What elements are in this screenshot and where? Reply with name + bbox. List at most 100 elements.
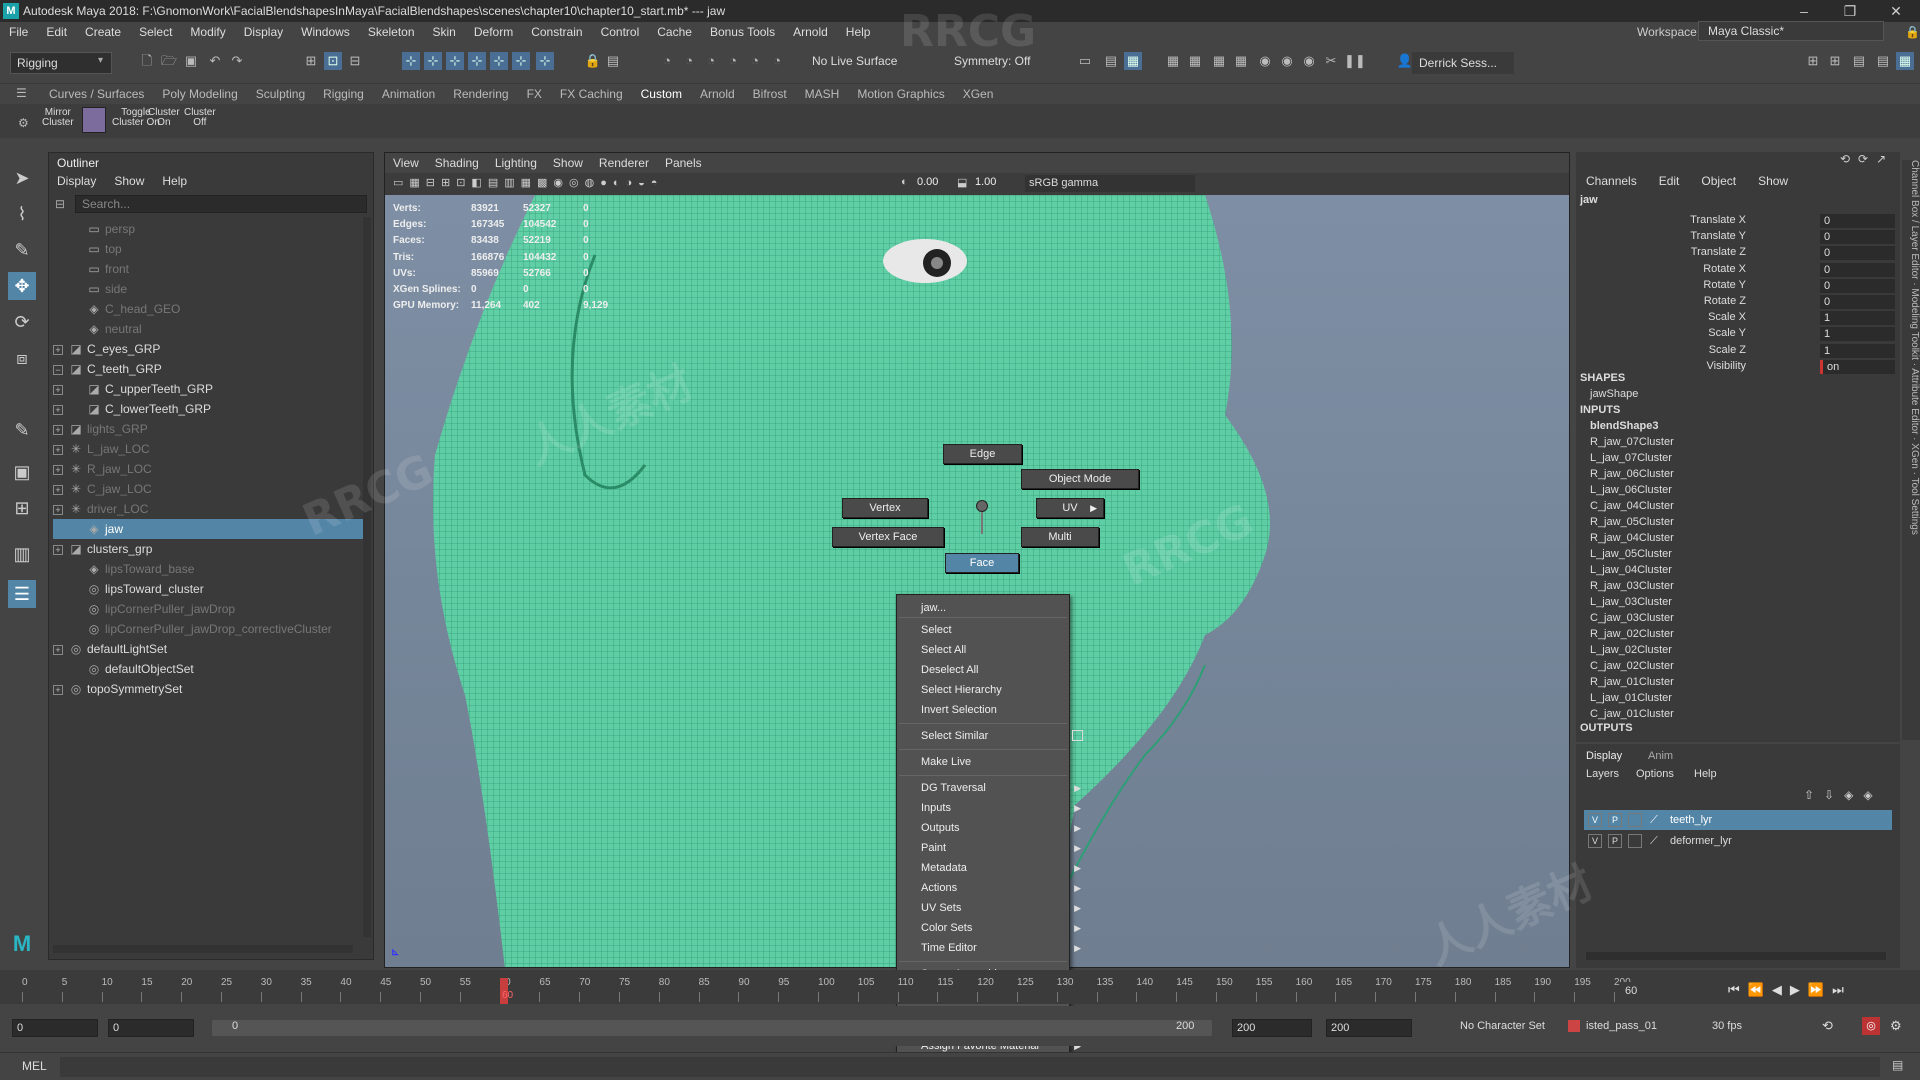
layer-row[interactable]: V P ⟋ deformer_lyr [1584,831,1892,851]
menu-edit[interactable]: Edit [37,25,76,39]
option-box-icon[interactable] [1072,730,1083,741]
ipr-icon[interactable]: ◔ [680,52,698,70]
playback-start-field[interactable]: 0 [108,1019,194,1037]
outliner-row[interactable]: + ✳ R_jaw_LOC [53,459,363,479]
input-node[interactable]: R_jaw_01Cluster [1590,676,1674,688]
input-node[interactable]: blendShape3 [1590,420,1658,432]
channel-attr-row[interactable]: Translate Y 0 [1576,230,1896,246]
layer-visibility-toggle[interactable]: V [1588,813,1602,827]
channel-attr-value[interactable]: 0 [1820,278,1895,293]
outliner-row[interactable]: ◈ jaw [53,519,363,539]
snap-grid-icon[interactable]: ⊹ [402,52,420,70]
cluster-off-button[interactable]: Cluster Off [184,108,216,128]
outliner-row[interactable]: ◎ lipCornerPuller_jawDrop [53,599,363,619]
tab-rendering[interactable]: Rendering [444,87,517,101]
minimize-icon[interactable]: – [1784,0,1824,22]
outliner-row[interactable]: ◈ lipsToward_base [53,559,363,579]
input-node[interactable]: R_jaw_03Cluster [1590,580,1674,592]
side-tabs[interactable]: Channel Box / Layer Editor · Modeling To… [1902,160,1920,740]
tab-sculpting[interactable]: Sculpting [247,87,314,101]
tab-mash[interactable]: MASH [796,87,849,101]
layer-menu-help[interactable]: Help [1694,768,1717,780]
lock-selection-icon[interactable]: 🔒 [584,52,602,70]
snap-curve-icon[interactable]: ⊹ [424,52,442,70]
channel-box-menu-object[interactable]: Object [1701,174,1736,188]
anim-prefs-icon[interactable]: ⚙ [1890,1018,1902,1034]
outliner-row[interactable]: + ✳ C_jaw_LOC [53,479,363,499]
exposure-value[interactable]: 0.00 [917,176,938,188]
outliner-row[interactable]: + ✳ L_jaw_LOC [53,439,363,459]
attribute-editor-toggle-icon[interactable]: ▤ [1850,52,1868,70]
expand-toggle-icon[interactable]: + [53,644,63,655]
marking-menu-face[interactable]: Face [945,553,1019,573]
context-menu-item[interactable]: Select Hierarchy [921,681,1067,699]
filter-icon[interactable]: ⊟ [55,197,65,211]
expand-toggle-icon[interactable]: + [53,444,63,455]
channel-attr-row[interactable]: Scale Z 1 [1576,343,1896,360]
outliner-row[interactable]: + ✳ driver_LOC [53,499,363,519]
menu-bonus-tools[interactable]: Bonus Tools [701,25,784,39]
gamma-value[interactable]: 1.00 [975,176,996,188]
outliner-menu-show[interactable]: Show [114,174,144,188]
input-node[interactable]: R_jaw_06Cluster [1590,468,1674,480]
channel-attr-row[interactable]: Scale X 1 [1576,311,1896,327]
maximize-icon[interactable]: ❐ [1830,0,1870,22]
outliner-row[interactable]: ◎ defaultObjectSet [53,659,363,679]
expand-toggle-icon[interactable]: + [53,404,63,415]
shelf-settings-icon[interactable]: ⚙ [18,116,29,130]
persp-outliner-layout-icon[interactable]: ▥ [8,540,36,568]
channel-box-menu-edit[interactable]: Edit [1659,174,1680,188]
outliner-search-input[interactable]: Search... [75,195,367,213]
menu-windows[interactable]: Windows [292,25,359,39]
context-menu-item[interactable]: Invert Selection [921,701,1067,719]
save-scene-icon[interactable]: ▣ [182,52,200,70]
menu-arnold[interactable]: Arnold [784,25,837,39]
lasso-tool-icon[interactable]: ⌇ [8,200,36,228]
current-frame-field[interactable]: 60 [1620,982,1670,1000]
undo-icon[interactable]: ↶ [206,52,224,70]
viewport-toolbar-icons[interactable]: ▭▦⊟⊞⊡◧▤▥▦▩◉◎◍●◐◑◒◓ [393,176,663,189]
scale-tool-icon[interactable]: ⧈ [8,344,36,372]
render-sequence-icon[interactable]: ▦ [1210,52,1228,70]
marking-menu-object-mode[interactable]: Object Mode [1021,469,1139,489]
context-menu-item[interactable]: Paint ▶ [921,839,1081,857]
tab-motion-graphics[interactable]: Motion Graphics [848,87,953,101]
paint-select-tool-icon[interactable]: ✎ [8,236,36,264]
user-account-dropdown[interactable]: Derrick Sess... [1412,52,1514,74]
four-view-layout-icon[interactable]: ⊞ [8,494,36,522]
input-node[interactable]: C_jaw_01Cluster [1590,708,1674,720]
playback-controls[interactable]: ⏮⏪◀▶⏩⏭ [1728,982,1852,998]
tab-poly-modeling[interactable]: Poly Modeling [153,87,246,101]
input-node[interactable]: R_jaw_05Cluster [1590,516,1674,528]
channel-attr-value[interactable]: 0 [1820,246,1895,261]
input-node[interactable]: R_jaw_07Cluster [1590,436,1674,448]
history-icon[interactable]: ▤ [604,52,622,70]
layer-row[interactable]: V P ⟋ teeth_lyr [1584,810,1892,830]
last-tool-icon[interactable]: ✎ [8,416,36,444]
sidebar-toggle-icon[interactable]: ▭ [1076,52,1094,70]
marking-menu-uv[interactable]: UV ▶ [1036,498,1104,518]
single-perspective-layout-icon[interactable]: ▣ [8,458,36,486]
viewport-menu-view[interactable]: View [385,156,427,170]
input-node[interactable]: L_jaw_01Cluster [1590,692,1672,704]
lock-icon[interactable]: 🔒 [1896,25,1920,39]
tab-bifrost[interactable]: Bifrost [744,87,796,101]
open-scene-icon[interactable]: 🗁 [160,52,178,70]
tab-anim[interactable]: Anim [1648,750,1673,762]
viewport-menu-show[interactable]: Show [545,156,591,170]
input-node[interactable]: L_jaw_06Cluster [1590,484,1672,496]
menu-create[interactable]: Create [76,25,130,39]
anim-layer-label[interactable]: isted_pass_01 [1586,1020,1657,1032]
arnold-stop-icon[interactable]: ✂ [1322,52,1340,70]
character-set-label[interactable]: No Character Set [1460,1020,1545,1032]
snap-point-icon[interactable]: ⊹ [446,52,464,70]
select-by-object-icon[interactable]: ⊡ [324,52,342,70]
fps-dropdown[interactable]: 30 fps [1712,1020,1742,1032]
expand-toggle-icon[interactable]: + [53,424,63,435]
channel-attr-row[interactable]: Scale Y 1 [1576,327,1896,343]
layer-color-swatch[interactable] [1628,834,1642,848]
toolbox-toggle-icon[interactable]: ⊞ [1826,52,1844,70]
context-menu-item[interactable]: Color Sets ▶ [921,919,1081,937]
channel-box-menu-channels[interactable]: Channels [1586,174,1637,188]
outliner-row[interactable]: + ◪ clusters_grp [53,539,363,559]
